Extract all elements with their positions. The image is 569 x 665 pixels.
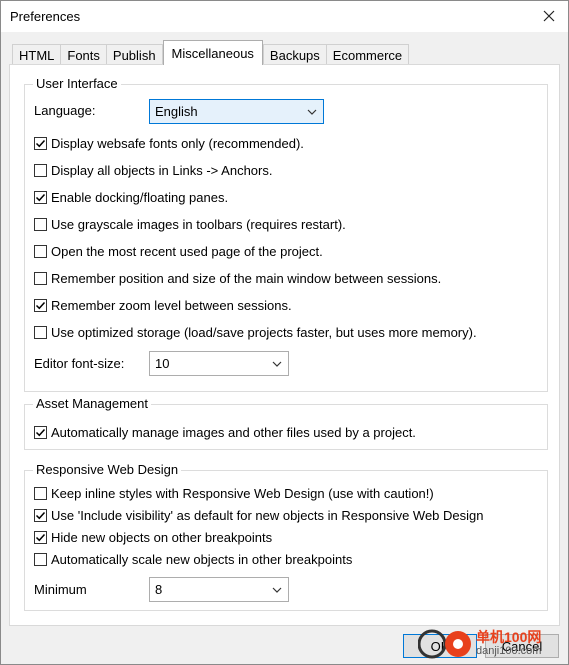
checkbox[interactable] bbox=[34, 245, 47, 258]
tab-miscellaneous[interactable]: Miscellaneous bbox=[162, 40, 263, 65]
editor-font-size-select[interactable]: 10 bbox=[149, 351, 289, 376]
asset-management-group-title: Asset Management bbox=[33, 396, 152, 411]
editor-font-size-label: Editor font-size: bbox=[34, 356, 125, 371]
checkbox-grayscale-images[interactable]: Use grayscale images in toolbars (requir… bbox=[34, 217, 346, 232]
tab-publish[interactable]: Publish bbox=[105, 44, 163, 65]
checkbox-optimized-storage[interactable]: Use optimized storage (load/save project… bbox=[34, 325, 477, 340]
checkbox-remember-window[interactable]: Remember position and size of the main w… bbox=[34, 271, 441, 286]
responsive-web-design-group-title: Responsive Web Design bbox=[33, 462, 182, 477]
checkbox[interactable] bbox=[34, 509, 47, 522]
checkbox[interactable] bbox=[34, 191, 47, 204]
preferences-dialog: Preferences HTML Fonts Publish Miscellan… bbox=[0, 0, 569, 665]
checkmark-icon bbox=[35, 428, 46, 437]
tab-strip: HTML Fonts Publish Miscellaneous Backups… bbox=[12, 40, 410, 65]
checkbox-open-recent-page[interactable]: Open the most recent used page of the pr… bbox=[34, 244, 323, 259]
checkbox[interactable] bbox=[34, 426, 47, 439]
checkbox-websafe-fonts[interactable]: Display websafe fonts only (recommended)… bbox=[34, 136, 304, 151]
checkbox[interactable] bbox=[34, 299, 47, 312]
chevron-down-icon bbox=[272, 361, 282, 367]
chevron-down-icon bbox=[307, 109, 317, 115]
checkmark-icon bbox=[35, 193, 46, 202]
checkbox-hide-new-objects[interactable]: Hide new objects on other breakpoints bbox=[34, 530, 272, 545]
close-button[interactable] bbox=[538, 5, 560, 27]
checkbox-auto-scale[interactable]: Automatically scale new objects in other… bbox=[34, 552, 352, 567]
checkbox[interactable] bbox=[34, 487, 47, 500]
checkbox-remember-zoom[interactable]: Remember zoom level between sessions. bbox=[34, 298, 292, 313]
close-icon bbox=[543, 10, 555, 22]
minimum-label: Minimum bbox=[34, 582, 87, 597]
user-interface-group: User Interface Language: English Display… bbox=[24, 76, 548, 392]
language-label: Language: bbox=[34, 103, 96, 118]
language-select[interactable]: English bbox=[149, 99, 324, 124]
checkbox[interactable] bbox=[34, 137, 47, 150]
minimum-select[interactable]: 8 bbox=[149, 577, 289, 602]
checkbox[interactable] bbox=[34, 218, 47, 231]
user-interface-group-title: User Interface bbox=[33, 76, 121, 91]
tab-ecommerce[interactable]: Ecommerce bbox=[325, 44, 410, 65]
tab-fonts[interactable]: Fonts bbox=[60, 44, 107, 65]
checkbox-docking-panes[interactable]: Enable docking/floating panes. bbox=[34, 190, 228, 205]
responsive-web-design-group: Responsive Web Design Keep inline styles… bbox=[24, 462, 548, 611]
checkmark-icon bbox=[35, 301, 46, 310]
checkbox-manage-assets[interactable]: Automatically manage images and other fi… bbox=[34, 425, 416, 440]
window-title: Preferences bbox=[10, 9, 81, 24]
miscellaneous-page: User Interface Language: English Display… bbox=[9, 64, 560, 626]
checkbox-links-anchors[interactable]: Display all objects in Links -> Anchors. bbox=[34, 163, 272, 178]
checkbox-include-visibility[interactable]: Use 'Include visibility' as default for … bbox=[34, 508, 484, 523]
chevron-down-icon bbox=[272, 587, 282, 593]
cancel-button[interactable]: Cancel bbox=[485, 634, 559, 658]
asset-management-group: Asset Management Automatically manage im… bbox=[24, 396, 548, 450]
checkbox[interactable] bbox=[34, 553, 47, 566]
ok-button[interactable]: OK bbox=[403, 634, 477, 658]
checkbox[interactable] bbox=[34, 164, 47, 177]
checkbox[interactable] bbox=[34, 531, 47, 544]
title-bar: Preferences bbox=[1, 1, 568, 32]
checkbox[interactable] bbox=[34, 326, 47, 339]
checkbox-keep-inline-styles[interactable]: Keep inline styles with Responsive Web D… bbox=[34, 486, 434, 501]
tab-html[interactable]: HTML bbox=[12, 44, 62, 65]
checkmark-icon bbox=[35, 511, 46, 520]
checkmark-icon bbox=[35, 533, 46, 542]
checkmark-icon bbox=[35, 139, 46, 148]
checkbox[interactable] bbox=[34, 272, 47, 285]
tab-backups[interactable]: Backups bbox=[262, 44, 327, 65]
